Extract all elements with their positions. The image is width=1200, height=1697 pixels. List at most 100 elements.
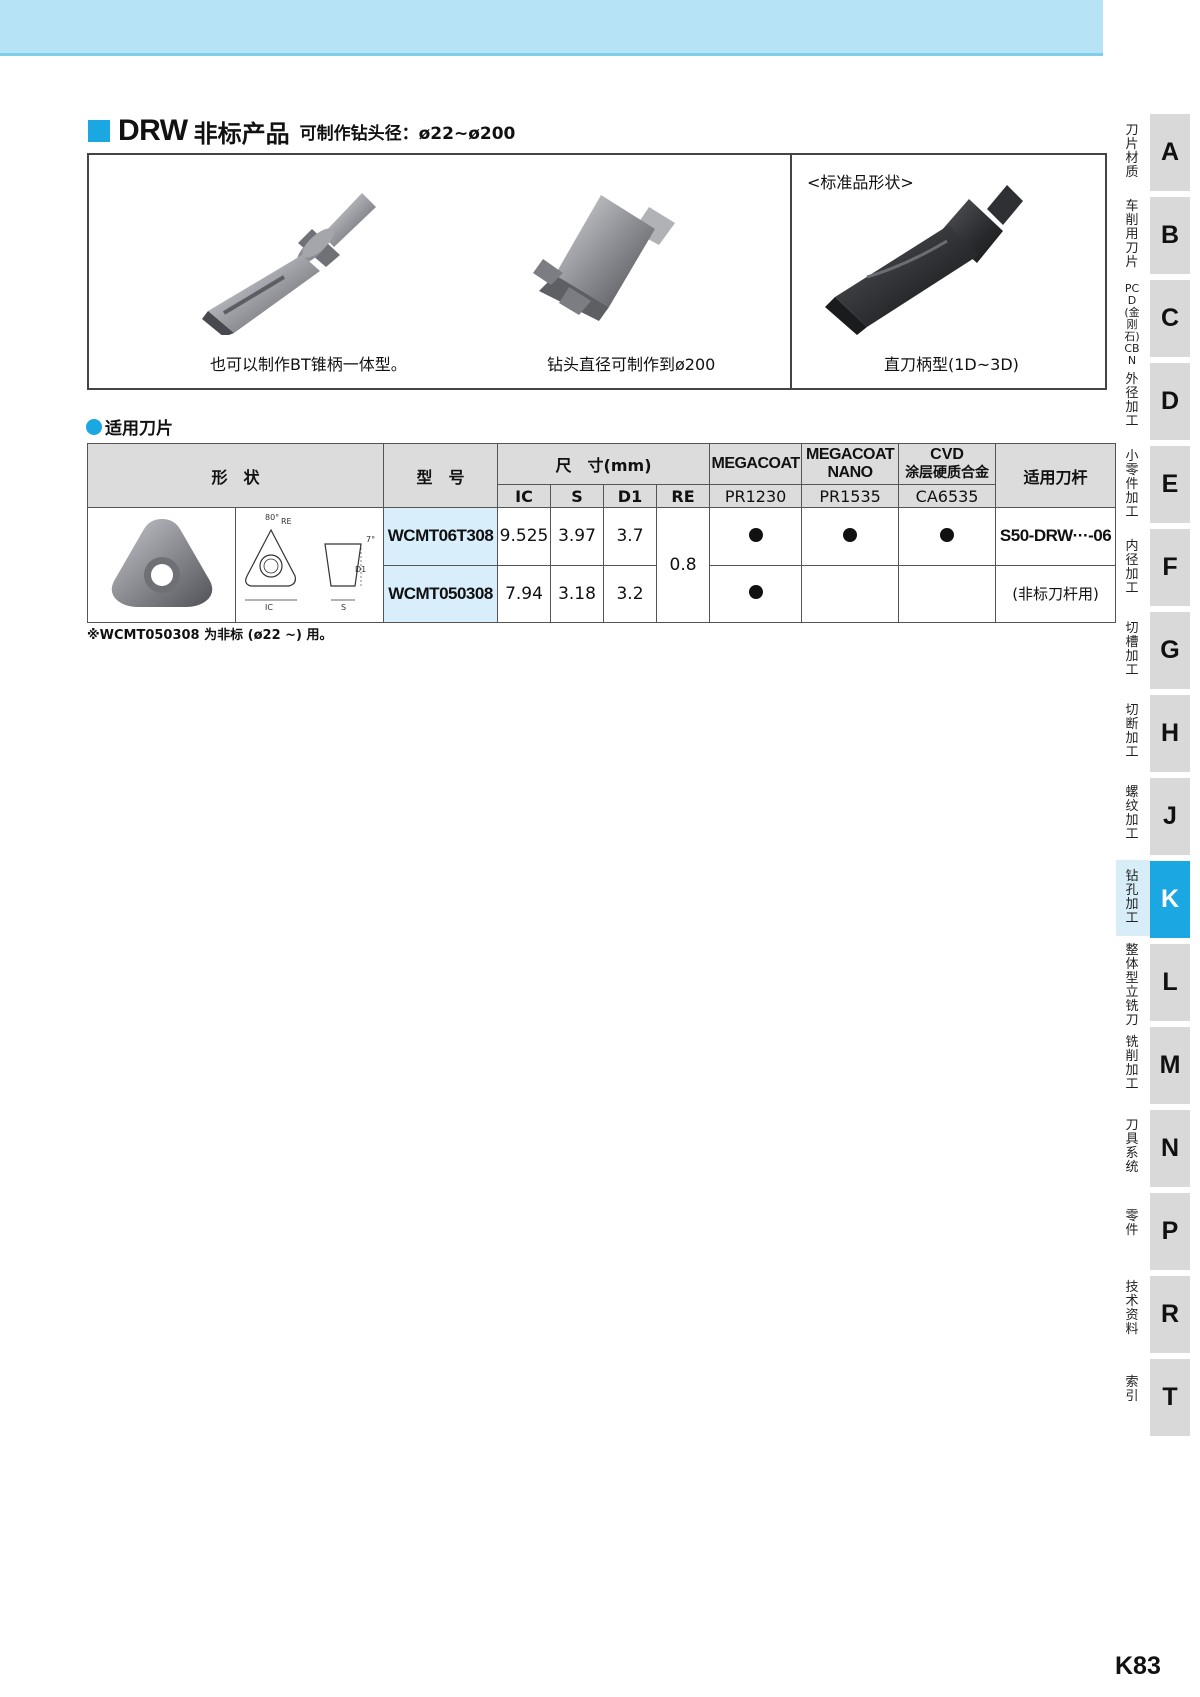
side-label-d: 外径加工 <box>1125 372 1139 429</box>
diagram-seven-label: 7° <box>366 535 375 544</box>
pr1230-cell <box>709 564 803 623</box>
re-cell: 0.8 <box>656 507 711 623</box>
side-label-g: 切槽加工 <box>1125 621 1139 678</box>
available-dot-icon <box>748 585 763 600</box>
grade2-name-line2: NANO <box>827 464 874 481</box>
side-label-k: 钻孔加工 <box>1125 869 1139 926</box>
top-band <box>0 0 1103 53</box>
side-label-c: PCD(金刚石) CBN <box>1124 282 1140 367</box>
pr1230-cell <box>709 507 803 566</box>
section-title: DRW 非标产品 可制作钻头径：ø22~ø200 <box>88 114 515 148</box>
d1-cell: 3.2 <box>603 564 658 623</box>
inserts-heading-text: 适用刀片 <box>105 419 173 439</box>
side-tab-b[interactable]: B <box>1150 197 1190 274</box>
insert-diagram-cell: IC 80° RE 7° D1 S <box>234 507 385 623</box>
col-holder: 适用刀杆 <box>995 443 1117 508</box>
title-cn: 非标产品 <box>193 119 290 148</box>
large-drill-head-image <box>533 195 675 321</box>
col-grade2-name: MEGACOAT NANO <box>801 443 900 485</box>
s-cell: 3.97 <box>550 507 605 566</box>
ca6535-cell <box>898 564 997 623</box>
col-grade1-name: MEGACOAT <box>709 443 803 485</box>
col-model: 型 号 <box>383 443 499 508</box>
model-cell: WCMT050308 <box>383 564 499 623</box>
insert-table: 形 状 型 号 尺 寸(mm) MEGACOAT MEGACOAT NANO C… <box>86 443 1117 623</box>
available-dot-icon <box>843 527 858 542</box>
side-label-f: 内径加工 <box>1125 539 1139 596</box>
pr1535-cell <box>801 564 900 623</box>
side-tab-d[interactable]: D <box>1150 363 1190 440</box>
pr1535-cell <box>801 507 900 566</box>
side-tab-n[interactable]: N <box>1150 1110 1190 1187</box>
straight-shank-drill-image <box>825 185 1023 335</box>
bt-shank-drill-image <box>202 193 376 335</box>
side-label-l: 整体型立铣刀 <box>1125 943 1139 1028</box>
title-sub: 可制作钻头径：ø22~ø200 <box>299 123 516 144</box>
d1-cell: 3.7 <box>603 507 658 566</box>
side-tab-j[interactable]: J <box>1150 778 1190 855</box>
insert-diagram-image: IC 80° RE 7° D1 S <box>245 513 375 612</box>
col-dimensions: 尺 寸(mm) <box>497 443 711 485</box>
col-grade2-code: PR1535 <box>801 484 900 508</box>
side-tab-h[interactable]: H <box>1150 695 1190 772</box>
col-shape: 形 状 <box>86 443 385 508</box>
insert-photo-image <box>111 519 212 607</box>
side-label-e: 小零件加工 <box>1125 449 1139 520</box>
side-tab-a[interactable]: A <box>1150 114 1190 191</box>
side-tab-f[interactable]: F <box>1150 529 1190 606</box>
product-caption-3: 直刀柄型(1D~3D) <box>884 355 1019 374</box>
col-re: RE <box>656 484 711 508</box>
bullet-dot-icon <box>86 418 102 435</box>
product-caption-1: 也可以制作BT锥柄一体型。 <box>210 355 407 374</box>
side-label-r: 技术资料 <box>1125 1280 1139 1337</box>
model-cell: WCMT06T308 <box>383 507 499 566</box>
holder-cell: (非标刀杆用) <box>995 564 1117 623</box>
available-dot-icon <box>940 527 955 542</box>
grade2-name-line1: MEGACOAT <box>805 446 895 463</box>
side-label-a: 刀片材质 <box>1125 123 1139 180</box>
ic-cell: 7.94 <box>497 564 552 623</box>
side-tab-r[interactable]: R <box>1150 1276 1190 1353</box>
ic-cell: 9.525 <box>497 507 552 566</box>
side-label-n: 刀具系统 <box>1125 1118 1139 1175</box>
side-tab-e[interactable]: E <box>1150 446 1190 523</box>
product-divider <box>790 155 792 388</box>
col-ic: IC <box>497 484 552 508</box>
holder-cell: S50-DRW···-06 <box>995 507 1117 566</box>
diagram-s-label: S <box>341 603 346 612</box>
side-label-j: 螺纹加工 <box>1125 785 1139 842</box>
s-cell: 3.18 <box>550 564 605 623</box>
col-grade3-code: CA6535 <box>898 484 997 508</box>
title-main: DRW <box>118 114 188 147</box>
grade3-name-line1: CVD <box>930 446 964 463</box>
available-dot-icon <box>748 527 763 542</box>
side-label-h: 切断加工 <box>1125 703 1139 760</box>
col-grade3-name: CVD 涂层硬质合金 <box>898 443 997 485</box>
page-number: K83 <box>1115 1652 1161 1680</box>
product-images-box: 也可以制作BT锥柄一体型。 钻头直径可制作到ø200 <标准品形状> 直刀柄型(… <box>87 153 1107 390</box>
side-tab-l[interactable]: L <box>1150 944 1190 1021</box>
side-tab-p[interactable]: P <box>1150 1193 1190 1270</box>
top-band-line <box>0 53 1103 56</box>
diagram-ic-label: IC <box>265 603 273 612</box>
title-square-icon <box>88 120 110 142</box>
diagram-d1-label: D1 <box>355 565 366 574</box>
ca6535-cell <box>898 507 997 566</box>
side-tab-m[interactable]: M <box>1150 1027 1190 1104</box>
product-caption-2: 钻头直径可制作到ø200 <box>547 355 716 374</box>
side-tab-k[interactable]: K <box>1150 861 1190 938</box>
side-tab-c[interactable]: C <box>1150 280 1190 357</box>
side-tab-g[interactable]: G <box>1150 612 1190 689</box>
grade3-name-line2: 涂层硬质合金 <box>905 465 990 481</box>
side-label-t: 索引 <box>1125 1375 1139 1404</box>
inserts-heading: 适用刀片 <box>86 414 173 439</box>
side-label-m: 铣削加工 <box>1125 1035 1139 1092</box>
col-d1: D1 <box>603 484 658 508</box>
diagram-re-label: RE <box>281 517 292 526</box>
side-tab-t[interactable]: T <box>1150 1359 1190 1436</box>
side-label-p: 零件 <box>1125 1209 1139 1238</box>
footnote: ※WCMT050308 为非标 (ø22 ~) 用。 <box>87 628 333 643</box>
side-label-b: 车削用刀片 <box>1125 199 1139 270</box>
table-row: IC 80° RE 7° D1 S WCMT06T308 9.525 3.97 … <box>87 507 1117 623</box>
standard-shape-label: <标准品形状> <box>807 173 914 192</box>
